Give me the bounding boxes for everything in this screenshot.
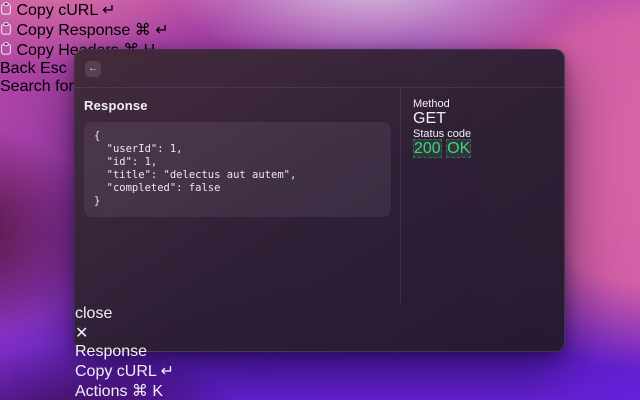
raycast-window: ← Response { "userId": 1, "id": 1, "titl… <box>74 49 565 352</box>
shortcut-keys: Esc <box>40 60 67 77</box>
response-panel: Response { "userId": 1, "id": 1, "title"… <box>75 88 400 305</box>
cmd-key-badge: ⌘ <box>135 22 151 39</box>
menu-item-copy-curl[interactable]: Copy cURL ↵ <box>0 0 640 20</box>
method-value: GET <box>413 110 552 128</box>
bottom-action-bar: ✕ Response Copy cURL ↵ Actions ⌘ K <box>75 323 564 400</box>
titlebar: ← <box>75 50 564 88</box>
return-key-badge: ↵ <box>155 22 168 39</box>
clipboard-icon <box>0 22 16 39</box>
response-heading: Response <box>84 98 391 113</box>
menu-item-label: Copy Response <box>16 22 130 39</box>
bottom-bar-title: Response <box>75 343 147 360</box>
clipboard-icon <box>0 2 16 19</box>
clipboard-icon <box>0 42 16 59</box>
return-key-badge: ↵ <box>161 363 174 380</box>
menu-item-copy-response[interactable]: Copy Response ⌘ ↵ <box>0 20 640 40</box>
extension-icon: ✕ <box>75 323 564 343</box>
metadata-sidebar: Method GET Status code 200 OK <box>400 88 564 305</box>
window-body: Response { "userId": 1, "id": 1, "title"… <box>75 88 564 305</box>
shortcut-keys: ↵ <box>102 2 115 19</box>
return-key-badge: ↵ <box>102 2 115 19</box>
status-text-badge: OK <box>446 139 471 158</box>
status-badges: 200 OK <box>413 140 552 158</box>
back-button[interactable]: ← <box>85 61 101 77</box>
back-arrow-icon: ← <box>88 63 98 74</box>
status-code-badge: 200 <box>413 139 442 158</box>
occluded-header-value: close <box>75 305 564 323</box>
k-key-badge: K <box>152 383 163 400</box>
cmd-key-badge: ⌘ <box>132 383 148 400</box>
esc-key-badge: Esc <box>40 60 67 77</box>
shortcut-keys: ⌘ ↵ <box>135 22 169 39</box>
actions-button[interactable]: Actions <box>75 383 127 400</box>
response-json-block[interactable]: { "userId": 1, "id": 1, "title": "delect… <box>84 122 391 217</box>
primary-action-button[interactable]: Copy cURL <box>75 363 156 380</box>
menu-item-label: Copy cURL <box>16 2 97 19</box>
method-label: Method <box>413 98 552 110</box>
menu-item-label: Back <box>0 60 36 77</box>
